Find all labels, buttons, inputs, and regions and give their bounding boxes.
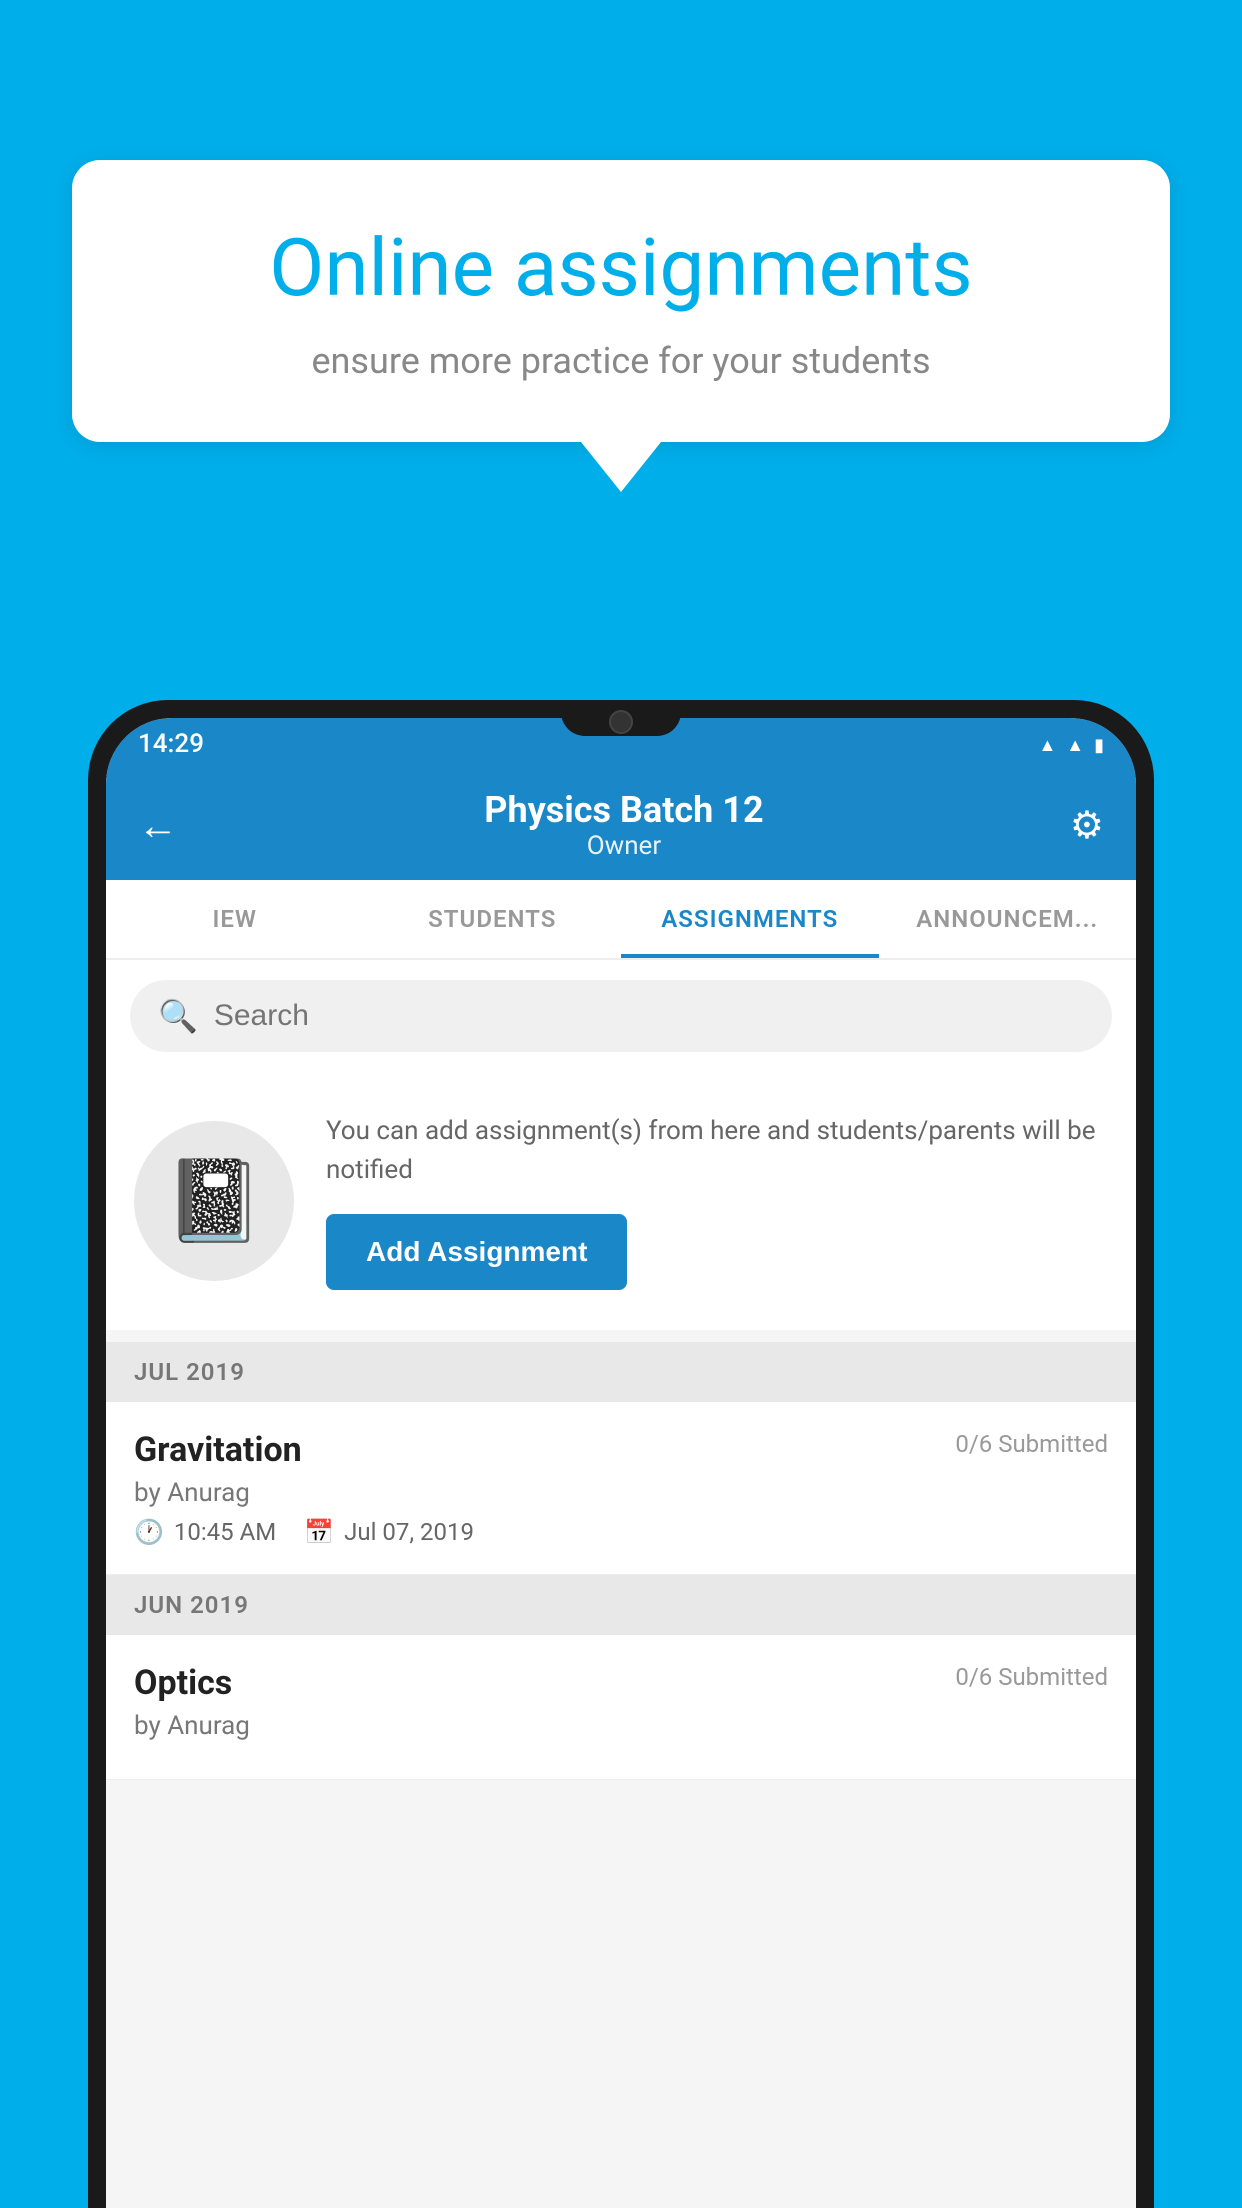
assignment-by: by Anurag xyxy=(134,1478,1108,1508)
header-title-block: Physics Batch 12 Owner xyxy=(178,789,1070,861)
phone-frame: 14:29 ← Physics Batch 12 Owner ⚙ IEW STU… xyxy=(88,700,1154,2208)
assignment-item-header: Optics 0/6 Submitted xyxy=(134,1663,1108,1703)
speech-bubble-container: Online assignments ensure more practice … xyxy=(72,160,1170,492)
speech-bubble: Online assignments ensure more practice … xyxy=(72,160,1170,442)
header-title: Physics Batch 12 xyxy=(178,789,1070,831)
tab-assignments[interactable]: ASSIGNMENTS xyxy=(621,880,879,958)
assignment-notebook-icon: 📓 xyxy=(164,1154,264,1248)
assignment-name: Optics xyxy=(134,1663,232,1703)
tabs-bar: IEW STUDENTS ASSIGNMENTS ANNOUNCEM... xyxy=(106,880,1136,960)
battery-icon xyxy=(1094,732,1104,757)
speech-bubble-arrow xyxy=(581,442,661,492)
assignment-date: 📅 Jul 07, 2019 xyxy=(304,1518,474,1546)
assignment-info: You can add assignment(s) from here and … xyxy=(326,1112,1108,1290)
search-container: 🔍 xyxy=(106,960,1136,1072)
wifi-icon xyxy=(1038,732,1056,757)
assignment-by: by Anurag xyxy=(134,1711,1108,1741)
add-assignment-section: 📓 You can add assignment(s) from here an… xyxy=(106,1072,1136,1330)
assignment-item-header: Gravitation 0/6 Submitted xyxy=(134,1430,1108,1470)
speech-bubble-subtitle: ensure more practice for your students xyxy=(152,340,1090,382)
table-row[interactable]: Optics 0/6 Submitted by Anurag xyxy=(106,1635,1136,1780)
signal-icon xyxy=(1066,732,1084,757)
tab-students[interactable]: STUDENTS xyxy=(364,880,622,958)
assignment-name: Gravitation xyxy=(134,1430,302,1470)
section-header-jun: JUN 2019 xyxy=(106,1575,1136,1635)
header-subtitle: Owner xyxy=(178,831,1070,861)
section-header-jul: JUL 2019 xyxy=(106,1342,1136,1402)
assignment-icon-circle: 📓 xyxy=(134,1121,294,1281)
status-icons xyxy=(1038,732,1104,757)
speech-bubble-title: Online assignments xyxy=(152,220,1090,316)
settings-icon[interactable]: ⚙ xyxy=(1070,803,1104,848)
phone-camera xyxy=(609,710,633,734)
back-button[interactable]: ← xyxy=(138,802,178,849)
table-row[interactable]: Gravitation 0/6 Submitted by Anurag 🕐 10… xyxy=(106,1402,1136,1575)
tab-announcements[interactable]: ANNOUNCEM... xyxy=(879,880,1137,958)
calendar-icon: 📅 xyxy=(304,1518,334,1546)
assignment-submitted: 0/6 Submitted xyxy=(955,1430,1108,1458)
assignment-time: 🕐 10:45 AM xyxy=(134,1518,276,1546)
search-bar[interactable]: 🔍 xyxy=(130,980,1112,1052)
clock-icon: 🕐 xyxy=(134,1518,164,1546)
add-assignment-button[interactable]: Add Assignment xyxy=(326,1214,627,1290)
assignment-submitted: 0/6 Submitted xyxy=(955,1663,1108,1691)
phone-screen: 14:29 ← Physics Batch 12 Owner ⚙ IEW STU… xyxy=(106,718,1136,2208)
search-icon: 🔍 xyxy=(158,997,198,1035)
status-time: 14:29 xyxy=(138,729,204,759)
app-header: ← Physics Batch 12 Owner ⚙ xyxy=(106,770,1136,880)
assignment-meta: 🕐 10:45 AM 📅 Jul 07, 2019 xyxy=(134,1518,1108,1546)
search-input[interactable] xyxy=(214,999,1084,1033)
content-area: 🔍 📓 You can add assignment(s) from here … xyxy=(106,960,1136,2208)
assignment-description: You can add assignment(s) from here and … xyxy=(326,1112,1108,1190)
tab-iew[interactable]: IEW xyxy=(106,880,364,958)
